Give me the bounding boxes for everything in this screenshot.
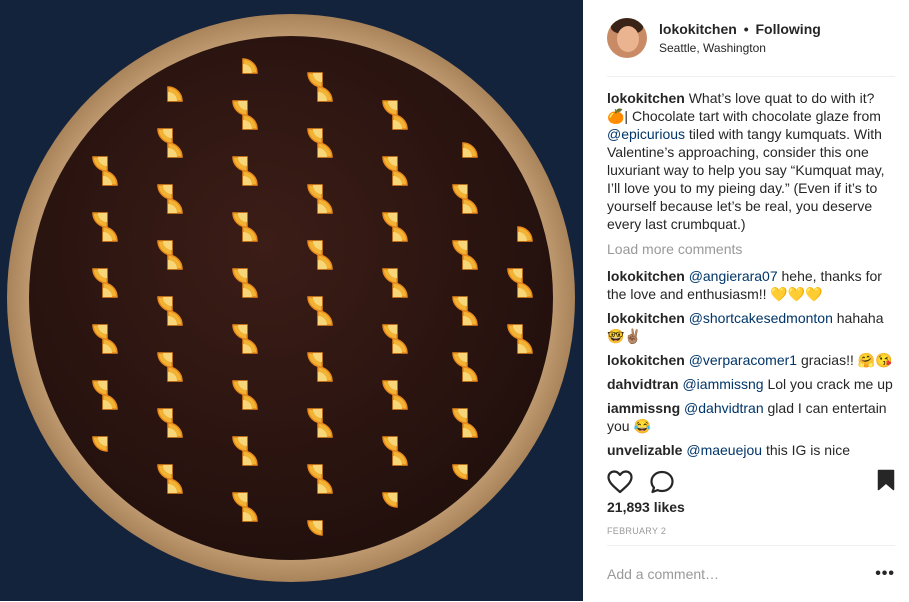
chocolate-filling: [29, 36, 553, 560]
comments-list[interactable]: lokokitchen What’s love quat to do with …: [607, 77, 895, 467]
tart-illustration: [7, 14, 575, 582]
comment-mention[interactable]: @iammissng: [682, 376, 763, 392]
comment-mention[interactable]: @verparacomer1: [689, 352, 797, 368]
comment-username[interactable]: iammissng: [607, 400, 680, 416]
follow-status-button[interactable]: Following: [755, 21, 820, 37]
post-image[interactable]: [0, 0, 583, 601]
comment-username[interactable]: lokokitchen: [607, 310, 685, 326]
user-line: lokokitchen • Following: [659, 21, 821, 37]
comment-text: Lol you crack me up: [763, 376, 893, 392]
comment-username[interactable]: dahvidtran: [607, 376, 679, 392]
comment-item: lokokitchen @angierara07 hehe, thanks fo…: [607, 267, 895, 303]
add-comment-input[interactable]: Add a comment…: [607, 566, 719, 582]
comment-mention[interactable]: @dahvidtran: [684, 400, 764, 416]
comment-item: unvelizable @maeuejou this IG is nice: [607, 441, 895, 459]
comment-username[interactable]: lokokitchen: [607, 352, 685, 368]
post-header: lokokitchen • Following Seattle, Washing…: [607, 0, 895, 77]
separator-dot: •: [743, 21, 749, 37]
add-comment-bar: Add a comment… •••: [607, 545, 895, 602]
comment-item: dahvidtran @iammissng Lol you crack me u…: [607, 375, 895, 393]
speech-bubble-icon[interactable]: [649, 470, 675, 494]
comment-mention[interactable]: @shortcakesedmonton: [689, 310, 833, 326]
action-left-group: [607, 470, 675, 494]
heart-icon[interactable]: [607, 470, 633, 494]
likes-count[interactable]: 21,893 likes: [607, 499, 685, 515]
post-view: lokokitchen • Following Seattle, Washing…: [0, 0, 909, 601]
comment-text: gracias!! 🤗😘: [797, 352, 893, 368]
post-sidebar: lokokitchen • Following Seattle, Washing…: [583, 0, 909, 601]
comment-username[interactable]: unvelizable: [607, 442, 682, 458]
location-link[interactable]: Seattle, Washington: [659, 41, 821, 55]
post-date[interactable]: FEBRUARY 2: [607, 526, 666, 536]
comment-item: lokokitchen @verparacomer1 gracias!! 🤗😘: [607, 351, 895, 369]
avatar[interactable]: [607, 18, 647, 58]
more-options-icon[interactable]: •••: [875, 565, 895, 583]
header-text: lokokitchen • Following Seattle, Washing…: [659, 21, 821, 55]
comment-item: lokokitchen @shortcakesedmonton hahaha 🤓…: [607, 309, 895, 345]
caption-mention[interactable]: @epicurious: [607, 126, 685, 142]
bookmark-icon[interactable]: [877, 469, 895, 491]
avatar-face: [617, 26, 639, 52]
comment-username[interactable]: lokokitchen: [607, 268, 685, 284]
load-more-comments-button[interactable]: Load more comments: [607, 240, 895, 258]
action-bar: [607, 462, 895, 502]
comment-mention[interactable]: @angierara07: [689, 268, 778, 284]
comment-text: this IG is nice: [762, 442, 850, 458]
comment-mention[interactable]: @maeuejou: [686, 442, 762, 458]
comment-item: iammissng @dahvidtran glad I can enterta…: [607, 399, 895, 435]
header-username[interactable]: lokokitchen: [659, 21, 737, 37]
caption-username[interactable]: lokokitchen: [607, 90, 685, 106]
action-right-group: [877, 469, 895, 496]
caption: lokokitchen What’s love quat to do with …: [607, 89, 895, 233]
